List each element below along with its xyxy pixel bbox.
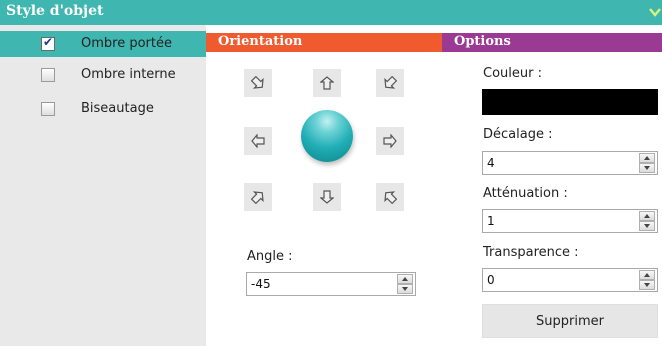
- angle-increment-button[interactable]: [397, 274, 413, 284]
- orientation-up-right-button[interactable]: [376, 69, 404, 97]
- transparency-field[interactable]: 0: [482, 268, 658, 292]
- sidebar-item-drop-shadow[interactable]: Ombre portée: [0, 31, 206, 57]
- sidebar-item-label: Ombre interne: [81, 67, 176, 82]
- arrow-left-icon: [251, 134, 265, 148]
- offset-decrement-button[interactable]: [639, 163, 655, 173]
- offset-value: 4: [487, 156, 495, 170]
- delete-button[interactable]: Supprimer: [482, 304, 658, 338]
- sidebar-item-label: Ombre portée: [81, 36, 172, 51]
- orientation-left-button[interactable]: [244, 127, 272, 155]
- transparency-stepper[interactable]: [639, 270, 655, 290]
- orientation-down-button[interactable]: [313, 183, 341, 211]
- sidebar-item-bevel[interactable]: Biseautage: [0, 96, 206, 122]
- transparency-label: Transparence :: [483, 245, 579, 260]
- orientation-header: Orientation: [206, 33, 442, 52]
- options-header: Options: [442, 33, 662, 52]
- blur-increment-button[interactable]: [639, 211, 655, 221]
- blur-field[interactable]: 1: [482, 209, 658, 233]
- angle-decrement-button[interactable]: [397, 284, 413, 294]
- arrow-down-icon: [320, 190, 334, 204]
- arrow-up-left-icon: [251, 76, 264, 89]
- angle-stepper[interactable]: [397, 274, 413, 294]
- orientation-up-left-button[interactable]: [244, 69, 272, 97]
- blur-value: 1: [487, 214, 495, 228]
- orientation-header-label: Orientation: [218, 34, 303, 49]
- arrow-up-icon: [320, 76, 334, 90]
- arrow-up-right-icon: [384, 76, 397, 89]
- angle-label: Angle :: [247, 249, 293, 264]
- offset-label: Décalage :: [483, 127, 553, 142]
- drop-shadow-checkbox[interactable]: [41, 35, 55, 51]
- transparency-increment-button[interactable]: [639, 270, 655, 280]
- effects-sidebar: Ombre portée Ombre interne Biseautage: [0, 25, 206, 346]
- sidebar-item-label: Biseautage: [81, 101, 154, 116]
- panel-title: Style d'objet: [6, 3, 104, 19]
- sidebar-item-inner-shadow[interactable]: Ombre interne: [0, 62, 206, 88]
- arrow-down-left-icon: [251, 191, 264, 204]
- blur-decrement-button[interactable]: [639, 221, 655, 231]
- arrow-right-icon: [383, 134, 397, 148]
- options-header-label: Options: [454, 34, 511, 49]
- delete-button-label: Supprimer: [536, 314, 604, 329]
- offset-stepper[interactable]: [639, 153, 655, 173]
- color-swatch[interactable]: [482, 89, 658, 115]
- inner-shadow-checkbox[interactable]: [41, 68, 55, 82]
- bevel-checkbox[interactable]: [41, 102, 55, 116]
- chevron-down-icon[interactable]: [648, 5, 662, 19]
- orientation-down-right-button[interactable]: [376, 183, 404, 211]
- angle-field[interactable]: -45: [246, 272, 416, 296]
- transparency-value: 0: [487, 273, 495, 287]
- orientation-right-button[interactable]: [376, 127, 404, 155]
- orientation-down-left-button[interactable]: [244, 183, 272, 211]
- arrow-down-right-icon: [384, 191, 397, 204]
- offset-field[interactable]: 4: [482, 151, 658, 175]
- transparency-decrement-button[interactable]: [639, 280, 655, 290]
- orientation-up-button[interactable]: [313, 69, 341, 97]
- color-label: Couleur :: [483, 66, 542, 81]
- shadow-preview-orb: [301, 110, 353, 162]
- panel-titlebar: Style d'objet: [0, 0, 662, 25]
- angle-value: -45: [251, 277, 271, 291]
- blur-stepper[interactable]: [639, 211, 655, 231]
- offset-increment-button[interactable]: [639, 153, 655, 163]
- blur-label: Atténuation :: [483, 186, 568, 201]
